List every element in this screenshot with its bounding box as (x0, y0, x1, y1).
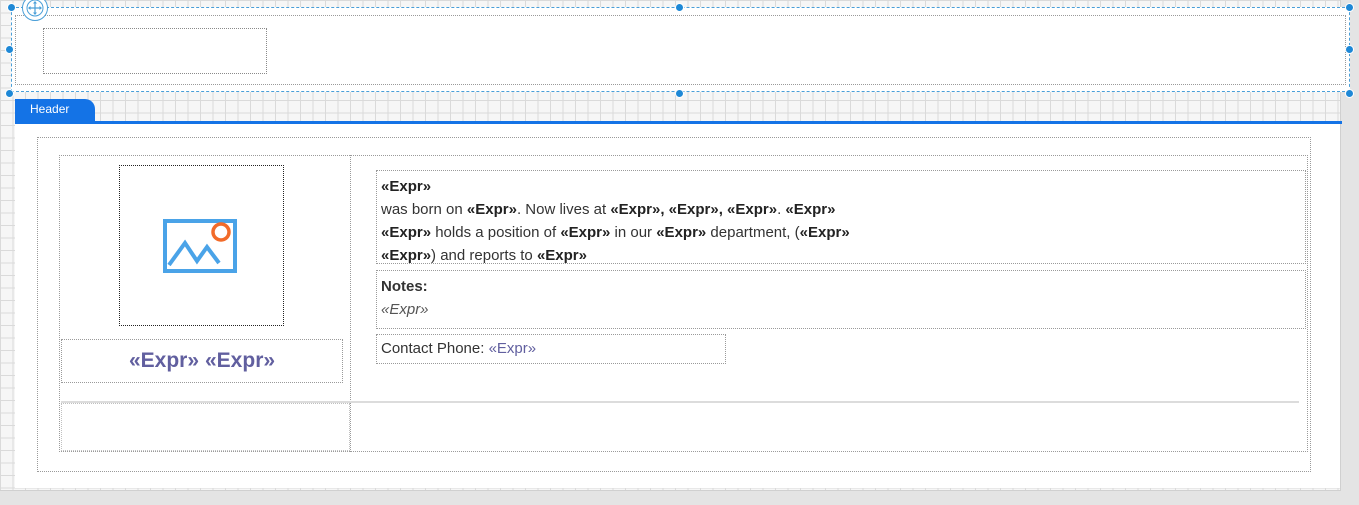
resize-handle-bottom-right[interactable] (1345, 89, 1354, 98)
biography-richtext[interactable]: «Expr» was born on «Expr». Now lives at … (376, 170, 1306, 264)
phone-label: Contact Phone: (381, 340, 489, 357)
resize-handle-top-right[interactable] (1345, 3, 1354, 12)
resize-handle-top-left[interactable] (7, 3, 16, 12)
bio-expr: «Expr» (785, 201, 836, 218)
notes-expr: «Expr» (381, 301, 429, 318)
bio-text: department, ( (706, 224, 800, 241)
bio-text: in our (610, 224, 657, 241)
top-band-selected[interactable] (11, 7, 1350, 92)
band-tab-header[interactable]: Header (15, 99, 95, 122)
bio-expr: «Expr» (560, 224, 611, 241)
bio-expr: «Expr» (799, 224, 850, 241)
bio-text: ) and reports to (431, 247, 537, 264)
bio-expr: «Expr» (381, 224, 432, 241)
bio-expr: «Expr» (381, 178, 432, 195)
resize-handle-left[interactable] (5, 45, 14, 54)
resize-handle-right[interactable] (1345, 45, 1354, 54)
bio-text: holds a position of (431, 224, 561, 241)
phone-expr: «Expr» (488, 340, 537, 357)
bio-expr: «Expr» (381, 247, 432, 264)
image-placeholder-icon (162, 218, 237, 273)
employee-photo-control[interactable] (119, 165, 284, 326)
column-divider (350, 155, 351, 452)
last-name-expr: «Expr» (205, 349, 276, 372)
resize-handle-bottom[interactable] (675, 89, 684, 98)
resize-handle-bottom-left[interactable] (5, 89, 14, 98)
bio-text: . Now lives at (516, 201, 611, 218)
bio-expr: «Expr» (466, 201, 517, 218)
notes-label: Notes: (381, 278, 428, 295)
empty-cell[interactable] (61, 403, 350, 451)
empty-control-placeholder[interactable] (43, 28, 267, 74)
bio-expr: «Expr» (656, 224, 707, 241)
first-name-expr: «Expr» (128, 349, 199, 372)
notes-field[interactable]: Notes: «Expr» (376, 270, 1306, 329)
resize-handle-top[interactable] (675, 3, 684, 12)
contact-phone-field[interactable]: Contact Phone: «Expr» (376, 334, 726, 364)
bio-expr: «Expr», «Expr», «Expr» (610, 201, 778, 218)
bio-expr: «Expr» (536, 247, 587, 264)
employee-name-field[interactable]: «Expr» «Expr» (61, 339, 343, 383)
bio-text: was born on (381, 201, 467, 218)
